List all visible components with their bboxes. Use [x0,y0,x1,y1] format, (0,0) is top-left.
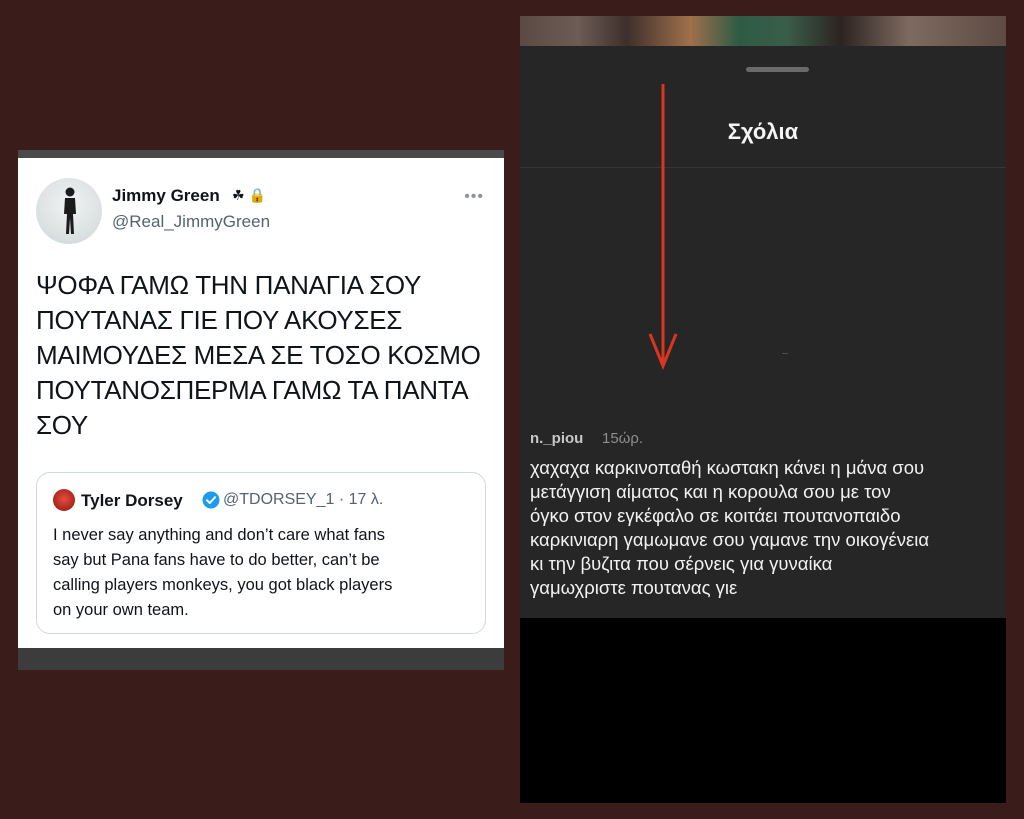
tweet-top-bar [18,150,504,158]
quoted-tweet[interactable]: Tyler Dorsey @TDORSEY_1 · 17 λ. I never … [36,472,486,634]
comment-text-line: καρκινιαρη γαμωμανε σου γαμανε την οικογ… [530,529,930,550]
tweet-text-line: ΠΟΥΤΑΝΟΣΠΕΡΜΑ ΓΑΜΩ ΤΑ ΠΑΝΤΑ [36,375,469,405]
comment-username[interactable]: n._piou [530,430,583,447]
quote-text-line: on your own team. [53,601,189,619]
divider [782,353,788,354]
verified-badge-icon [202,491,220,509]
tweet-text: ΨΟΦΑ ΓΑΜΩ ΤΗΝ ΠΑΝΑΓΙΑ ΣΟΥ ΠΟΥΤΑΝΑΣ ΓΙΕ Π… [36,268,496,443]
quote-text: I never say anything and don’t care what… [53,523,473,623]
background-photo-strip [520,16,1006,46]
comments-title: Σχόλια [727,119,799,144]
quote-text-line: I never say anything and don’t care what… [53,526,386,544]
comments-panel: Σχόλια n._piou 15ώρ. χαχαχα καρκινοπαθή … [520,16,1006,803]
comment-time: 15ώρ. [602,430,644,447]
person-silhouette-icon [64,187,76,234]
quote-author-avatar [53,489,75,511]
comments-sheet-header: Σχόλια [520,46,1006,168]
tweet-text-line: ΠΟΥΤΑΝΑΣ ΓΙΕ ΠΟΥ ΑΚΟΥΣΕΣ [36,305,403,335]
comment-text-line: μετάγγιση αίματος και η κορουλα σου με τ… [530,481,891,502]
tweet-bottom-bar [18,648,504,670]
down-arrow-icon [648,84,678,370]
author-avatar[interactable] [36,178,102,244]
author-badges: ☘ 🔒 [232,187,266,203]
comment-text: χαχαχα καρκινοπαθή κωστακη κάνει η μάνα … [530,456,1006,600]
comment-text-line: γαμωχριστε πουτανας γιε [530,577,738,598]
more-options-icon[interactable]: ••• [464,188,484,206]
quote-text-line: say but Pana fans have to do better, can… [53,551,380,569]
tweet-screenshot: Jimmy Green ☘ 🔒 @Real_JimmyGreen ••• ΨΟΦ… [18,150,504,670]
tweet-text-line: ΨΟΦΑ ΓΑΜΩ ΤΗΝ ΠΑΝΑΓΙΑ ΣΟΥ [36,270,422,300]
comment-text-line: όγκο στον εγκέφαλο σε κοιτάει πουτανοπαι… [530,505,901,526]
comment-text-line: κι την βυζιτα που σέρνεις για γυναίκα [530,553,833,574]
quote-text-line: calling players monkeys, you got black p… [53,576,393,594]
tweet-text-line: ΜΑΙΜΟΥΔΕΣ ΜΕΣΑ ΣΕ ΤΟΣΟ ΚΟΣΜΟ [36,340,481,370]
tweet-text-line: ΣΟΥ [36,410,88,440]
empty-black-area [520,618,1006,803]
quote-author-name: Tyler Dorsey [81,491,183,510]
quote-handle-time: @TDORSEY_1 · 17 λ. [223,491,384,508]
drag-handle[interactable] [746,67,809,72]
comment-text-line: χαχαχα καρκινοπαθή κωστακη κάνει η μάνα … [530,457,925,478]
author-name[interactable]: Jimmy Green [112,186,220,206]
author-handle[interactable]: @Real_JimmyGreen [112,212,270,232]
